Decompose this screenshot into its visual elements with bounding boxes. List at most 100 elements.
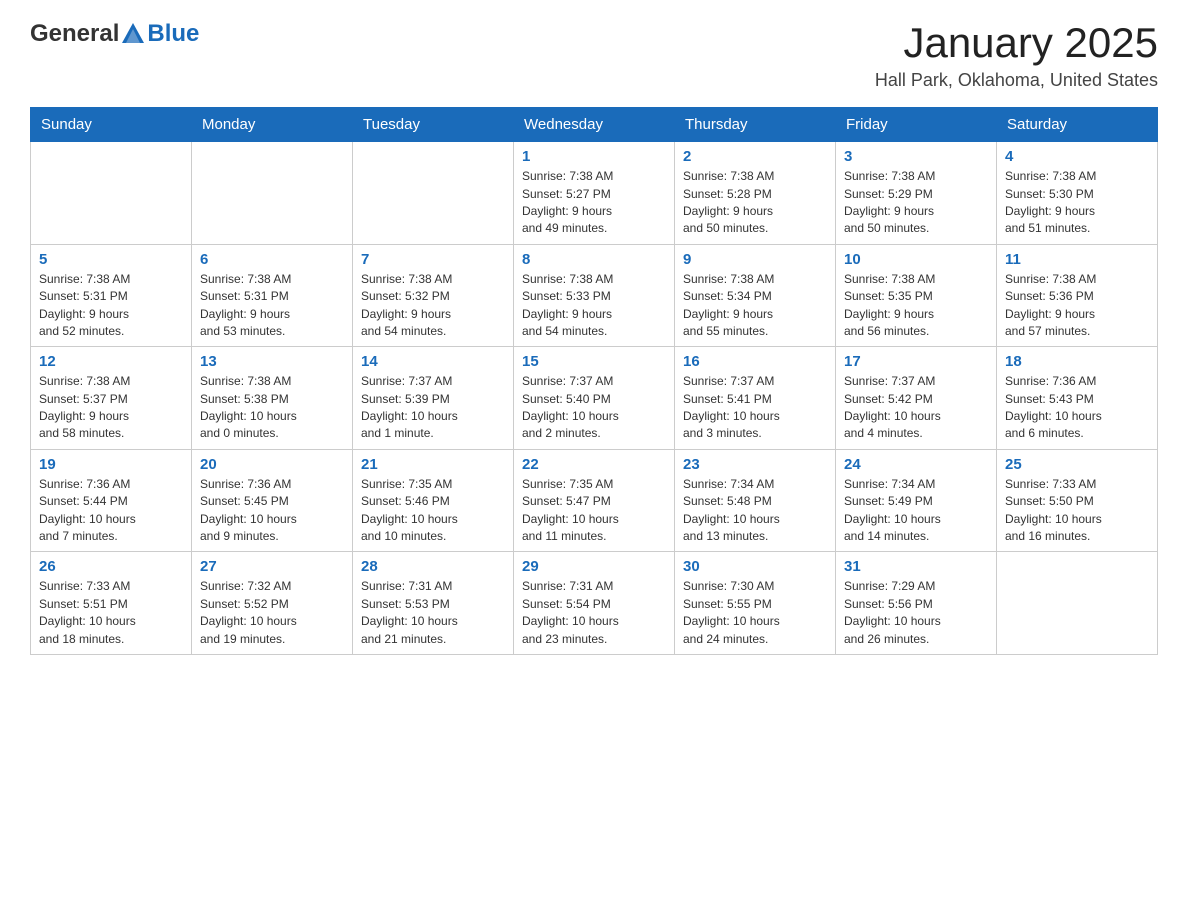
calendar-cell: 29Sunrise: 7:31 AMSunset: 5:54 PMDayligh…: [514, 552, 675, 655]
calendar-cell: 5 Sunrise: 7:38 AMSunset: 5:31 PMDaylight…: [31, 244, 192, 347]
day-info: Sunrise: 7:30 AMSunset: 5:55 PMDaylight:…: [683, 578, 827, 648]
calendar-cell: 14 Sunrise: 7:37 AMSunset: 5:39 PMDayligh…: [353, 347, 514, 450]
day-info: Sunrise: 7:37 AMSunset: 5:39 PMDaylight:…: [361, 373, 505, 443]
calendar-cell: 30Sunrise: 7:30 AMSunset: 5:55 PMDayligh…: [675, 552, 836, 655]
calendar-cell: 24 Sunrise: 7:34 AMSunset: 5:49 PMDayligh…: [836, 449, 997, 552]
weekday-header-tuesday: Tuesday: [353, 108, 514, 142]
day-info: Sunrise: 7:38 AMSunset: 5:38 PMDaylight:…: [200, 373, 344, 443]
calendar-cell: 26 Sunrise: 7:33 AMSunset: 5:51 PMDayligh…: [31, 552, 192, 655]
day-info: Sunrise: 7:38 AMSunset: 5:33 PMDaylight:…: [522, 271, 666, 341]
day-info: Sunrise: 7:38 AMSunset: 5:31 PMDaylight:…: [200, 271, 344, 341]
day-number: 20: [200, 456, 344, 473]
day-number: 8: [522, 251, 666, 268]
day-info: Sunrise: 7:38 AMSunset: 5:31 PMDaylight:…: [39, 271, 183, 341]
calendar-table: SundayMondayTuesdayWednesdayThursdayFrid…: [30, 107, 1158, 655]
calendar-cell: 27Sunrise: 7:32 AMSunset: 5:52 PMDayligh…: [192, 552, 353, 655]
calendar-cell: 1Sunrise: 7:38 AMSunset: 5:27 PMDaylight…: [514, 142, 675, 245]
day-number: 13: [200, 353, 344, 370]
day-info: Sunrise: 7:37 AMSunset: 5:41 PMDaylight:…: [683, 373, 827, 443]
day-number: 23: [683, 456, 827, 473]
day-info: Sunrise: 7:33 AMSunset: 5:51 PMDaylight:…: [39, 578, 183, 648]
calendar-cell: [997, 552, 1158, 655]
day-info: Sunrise: 7:37 AMSunset: 5:42 PMDaylight:…: [844, 373, 988, 443]
day-number: 12: [39, 353, 183, 370]
day-number: 22: [522, 456, 666, 473]
week-row-1: 1Sunrise: 7:38 AMSunset: 5:27 PMDaylight…: [31, 142, 1158, 245]
day-info: Sunrise: 7:38 AMSunset: 5:27 PMDaylight:…: [522, 168, 666, 238]
calendar-cell: 3 Sunrise: 7:38 AMSunset: 5:29 PMDaylight…: [836, 142, 997, 245]
calendar-cell: 7Sunrise: 7:38 AMSunset: 5:32 PMDaylight…: [353, 244, 514, 347]
calendar-cell: 19 Sunrise: 7:36 AMSunset: 5:44 PMDayligh…: [31, 449, 192, 552]
day-number: 17: [844, 353, 988, 370]
calendar-cell: [31, 142, 192, 245]
calendar-cell: 18 Sunrise: 7:36 AMSunset: 5:43 PMDayligh…: [997, 347, 1158, 450]
day-number: 4: [1005, 148, 1149, 165]
day-info: Sunrise: 7:34 AMSunset: 5:49 PMDaylight:…: [844, 476, 988, 546]
calendar-cell: 9 Sunrise: 7:38 AMSunset: 5:34 PMDaylight…: [675, 244, 836, 347]
title-area: January 2025 Hall Park, Oklahoma, United…: [875, 20, 1158, 91]
calendar-cell: [353, 142, 514, 245]
day-info: Sunrise: 7:38 AMSunset: 5:35 PMDaylight:…: [844, 271, 988, 341]
calendar-cell: 25Sunrise: 7:33 AMSunset: 5:50 PMDayligh…: [997, 449, 1158, 552]
day-number: 5: [39, 251, 183, 268]
calendar-cell: 22 Sunrise: 7:35 AMSunset: 5:47 PMDayligh…: [514, 449, 675, 552]
calendar-cell: 2Sunrise: 7:38 AMSunset: 5:28 PMDaylight…: [675, 142, 836, 245]
calendar-cell: 11Sunrise: 7:38 AMSunset: 5:36 PMDayligh…: [997, 244, 1158, 347]
calendar-cell: 31 Sunrise: 7:29 AMSunset: 5:56 PMDayligh…: [836, 552, 997, 655]
day-info: Sunrise: 7:32 AMSunset: 5:52 PMDaylight:…: [200, 578, 344, 648]
day-number: 10: [844, 251, 988, 268]
weekday-header-saturday: Saturday: [997, 108, 1158, 142]
calendar-cell: [192, 142, 353, 245]
day-number: 14: [361, 353, 505, 370]
logo-blue: Blue: [147, 22, 199, 46]
day-info: Sunrise: 7:35 AMSunset: 5:47 PMDaylight:…: [522, 476, 666, 546]
day-info: Sunrise: 7:37 AMSunset: 5:40 PMDaylight:…: [522, 373, 666, 443]
day-number: 28: [361, 558, 505, 575]
calendar-cell: 20 Sunrise: 7:36 AMSunset: 5:45 PMDayligh…: [192, 449, 353, 552]
logo: General Blue: [30, 20, 199, 48]
day-number: 19: [39, 456, 183, 473]
day-info: Sunrise: 7:38 AMSunset: 5:29 PMDaylight:…: [844, 168, 988, 238]
day-number: 21: [361, 456, 505, 473]
day-number: 29: [522, 558, 666, 575]
day-number: 6: [200, 251, 344, 268]
calendar-cell: 4 Sunrise: 7:38 AMSunset: 5:30 PMDaylight…: [997, 142, 1158, 245]
day-info: Sunrise: 7:33 AMSunset: 5:50 PMDaylight:…: [1005, 476, 1149, 546]
weekday-header-monday: Monday: [192, 108, 353, 142]
logo-icon: [120, 21, 146, 47]
calendar-cell: 16 Sunrise: 7:37 AMSunset: 5:41 PMDayligh…: [675, 347, 836, 450]
day-number: 16: [683, 353, 827, 370]
week-row-2: 5 Sunrise: 7:38 AMSunset: 5:31 PMDaylight…: [31, 244, 1158, 347]
day-number: 15: [522, 353, 666, 370]
calendar-cell: 10 Sunrise: 7:38 AMSunset: 5:35 PMDayligh…: [836, 244, 997, 347]
day-number: 24: [844, 456, 988, 473]
day-info: Sunrise: 7:38 AMSunset: 5:30 PMDaylight:…: [1005, 168, 1149, 238]
day-info: Sunrise: 7:36 AMSunset: 5:43 PMDaylight:…: [1005, 373, 1149, 443]
day-info: Sunrise: 7:31 AMSunset: 5:53 PMDaylight:…: [361, 578, 505, 648]
day-number: 31: [844, 558, 988, 575]
weekday-header-row: SundayMondayTuesdayWednesdayThursdayFrid…: [31, 108, 1158, 142]
calendar-cell: 21Sunrise: 7:35 AMSunset: 5:46 PMDayligh…: [353, 449, 514, 552]
day-info: Sunrise: 7:36 AMSunset: 5:45 PMDaylight:…: [200, 476, 344, 546]
day-info: Sunrise: 7:34 AMSunset: 5:48 PMDaylight:…: [683, 476, 827, 546]
calendar-cell: 23 Sunrise: 7:34 AMSunset: 5:48 PMDayligh…: [675, 449, 836, 552]
calendar-cell: 8 Sunrise: 7:38 AMSunset: 5:33 PMDaylight…: [514, 244, 675, 347]
day-info: Sunrise: 7:38 AMSunset: 5:37 PMDaylight:…: [39, 373, 183, 443]
month-title: January 2025: [875, 20, 1158, 66]
day-info: Sunrise: 7:29 AMSunset: 5:56 PMDaylight:…: [844, 578, 988, 648]
weekday-header-thursday: Thursday: [675, 108, 836, 142]
day-info: Sunrise: 7:36 AMSunset: 5:44 PMDaylight:…: [39, 476, 183, 546]
day-number: 18: [1005, 353, 1149, 370]
location-title: Hall Park, Oklahoma, United States: [875, 70, 1158, 91]
day-info: Sunrise: 7:38 AMSunset: 5:34 PMDaylight:…: [683, 271, 827, 341]
header: General Blue January 2025 Hall Park, Okl…: [30, 20, 1158, 91]
day-number: 9: [683, 251, 827, 268]
day-number: 26: [39, 558, 183, 575]
day-number: 3: [844, 148, 988, 165]
day-info: Sunrise: 7:38 AMSunset: 5:32 PMDaylight:…: [361, 271, 505, 341]
calendar-cell: 17 Sunrise: 7:37 AMSunset: 5:42 PMDayligh…: [836, 347, 997, 450]
calendar-cell: 12 Sunrise: 7:38 AMSunset: 5:37 PMDayligh…: [31, 347, 192, 450]
week-row-5: 26 Sunrise: 7:33 AMSunset: 5:51 PMDayligh…: [31, 552, 1158, 655]
day-number: 2: [683, 148, 827, 165]
week-row-4: 19 Sunrise: 7:36 AMSunset: 5:44 PMDayligh…: [31, 449, 1158, 552]
